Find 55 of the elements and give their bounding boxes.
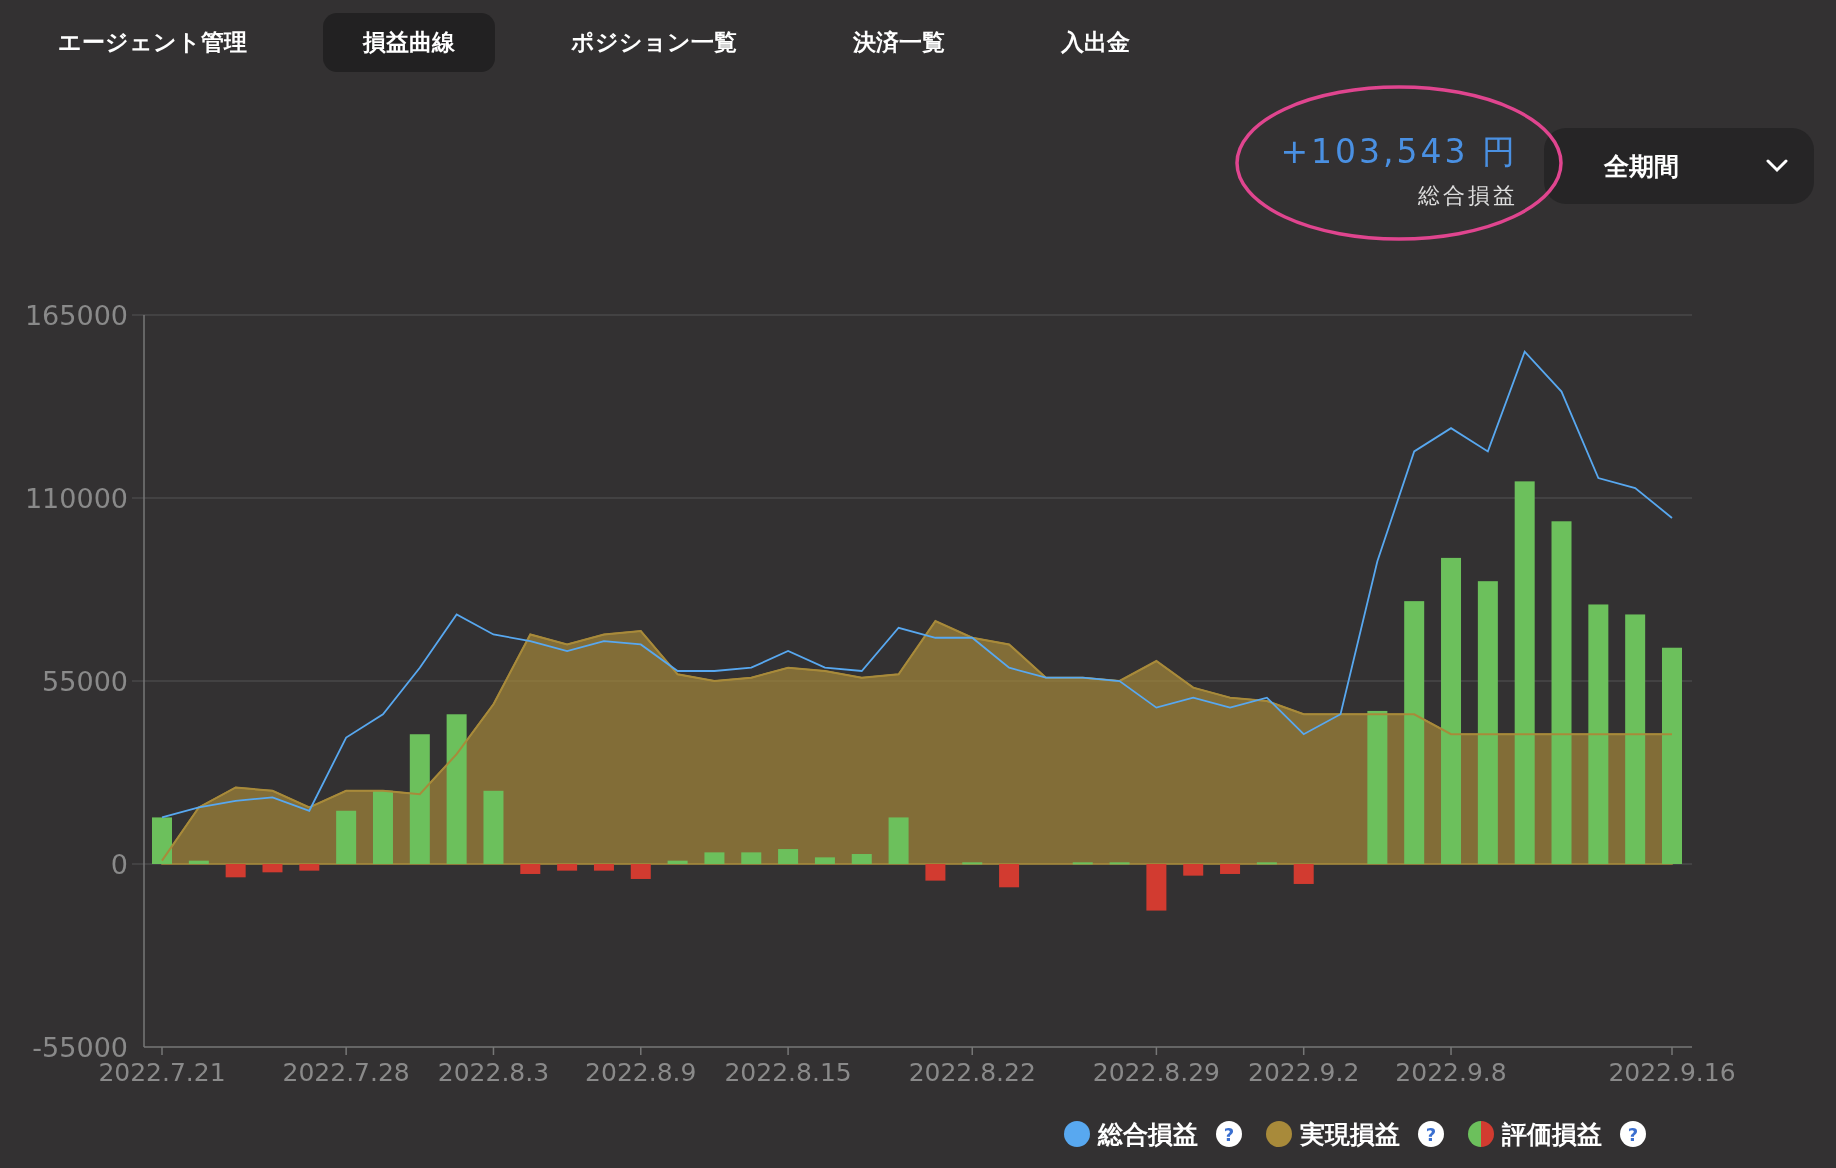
- y-axis-label: 110000: [24, 483, 128, 514]
- unrealized-profit-bar: [299, 864, 320, 871]
- unrealized-profit-bar: [225, 864, 246, 878]
- unrealized-profit-bar: [704, 852, 725, 864]
- chevron-icon: [1766, 159, 1788, 173]
- unrealized-profit-bar: [557, 864, 578, 871]
- total-profit-label: 総合損益: [1418, 182, 1518, 210]
- x-axis-label: 2022.9.8: [1395, 1058, 1507, 1087]
- unrealized-profit-bar: [630, 864, 651, 879]
- tab[interactable]: 損益曲線: [323, 12, 495, 72]
- x-axis-label: 2022.9.16: [1608, 1058, 1736, 1087]
- unrealized-profit-bar: [999, 864, 1020, 888]
- x-axis-label: 2022.7.28: [282, 1058, 410, 1087]
- unrealized-profit-bar: [925, 864, 946, 881]
- unrealized-profit-bar: [1146, 864, 1167, 911]
- tab[interactable]: 入出金: [1021, 12, 1170, 72]
- unrealized-profit-bar: [1293, 864, 1314, 884]
- x-axis-label: 2022.8.9: [585, 1058, 697, 1087]
- unrealized-profit-bar: [962, 862, 983, 865]
- legend-label: 総合損益: [1098, 1118, 1198, 1151]
- unrealized-profit-bar: [1072, 862, 1093, 865]
- unrealized-profit-bar: [593, 864, 614, 871]
- unrealized-profit-bar: [1220, 864, 1241, 874]
- unrealized-profit-bar: [520, 864, 541, 874]
- x-axis-label: 2022.8.29: [1092, 1058, 1220, 1087]
- unrealized-profit-bar: [1256, 862, 1277, 865]
- tab[interactable]: ポジション一覧: [531, 12, 777, 72]
- y-axis-label: 0: [110, 849, 128, 880]
- tab[interactable]: 決済一覧: [813, 12, 985, 72]
- unrealized-profit-bar: [667, 860, 688, 864]
- help-icon[interactable]: ?: [1216, 1121, 1242, 1147]
- x-axis-label: 2022.8.22: [908, 1058, 1036, 1087]
- tab[interactable]: エージェント管理: [18, 12, 287, 72]
- total-profit-amount: +103,543 円: [1280, 131, 1518, 173]
- unrealized-profit-bar: [851, 854, 872, 864]
- unrealized-profit-bar: [888, 817, 909, 864]
- unrealized-profit-bar: [1183, 864, 1204, 876]
- help-icon[interactable]: ?: [1418, 1121, 1444, 1147]
- unrealized-profit-bar: [1109, 862, 1130, 865]
- legend-label: 評価損益: [1502, 1118, 1602, 1151]
- unrealized-profit-bar: [336, 810, 357, 864]
- unrealized-profit-bar: [188, 860, 209, 864]
- x-axis-label: 2022.8.3: [437, 1058, 550, 1087]
- x-axis-label: 2022.9.2: [1248, 1058, 1360, 1087]
- unrealized-profit-bar: [814, 857, 835, 864]
- x-axis-label: 2022.8.15: [724, 1058, 852, 1087]
- help-icon[interactable]: ?: [1620, 1121, 1646, 1147]
- y-axis-label: 165000: [24, 300, 128, 331]
- unrealized-profit-bar: [778, 849, 799, 864]
- unrealized-profit-bar: [262, 864, 283, 873]
- period-dropdown[interactable]: 全期間: [1544, 128, 1814, 204]
- unrealized-profit-bar: [741, 852, 762, 864]
- legend-label: 実現損益: [1300, 1118, 1400, 1151]
- y-axis-label: 55000: [42, 666, 128, 697]
- unrealized-profit-bar: [152, 817, 172, 864]
